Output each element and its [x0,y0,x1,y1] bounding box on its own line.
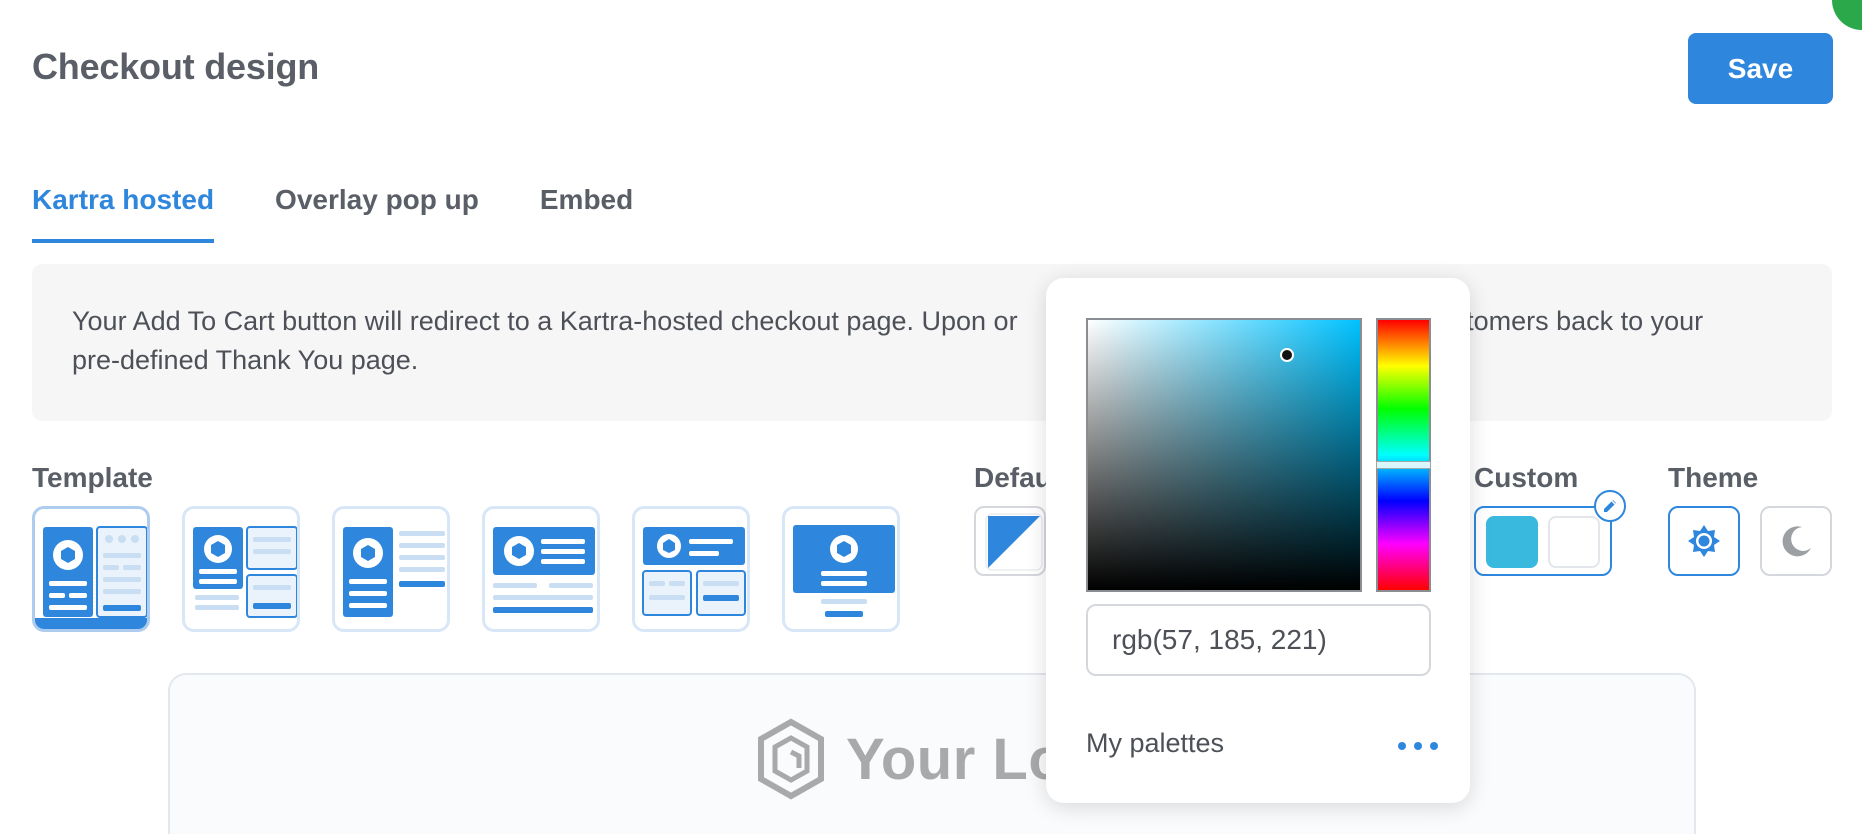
template-selected-indicator [35,618,147,629]
my-palettes-label: My palettes [1086,728,1225,758]
logo-hexagon-icon [758,718,824,800]
color-value-input[interactable] [1086,604,1431,676]
default-color-preview [985,513,1043,571]
template-2-graphic [193,526,297,618]
template-thumbnail-6[interactable] [782,506,900,632]
tab-overlay-pop-up[interactable]: Overlay pop up [275,178,479,243]
info-text-tail: ustomers back to your [1437,306,1704,336]
saturation-brightness-area[interactable] [1086,318,1362,592]
hue-slider[interactable] [1376,318,1431,592]
template-thumbnail-1[interactable] [32,506,150,632]
tab-bar: Kartra hosted Overlay pop up Embed [32,178,694,243]
moon-icon [1782,526,1811,557]
theme-light-button[interactable] [1668,506,1740,576]
default-color-swatch[interactable] [974,506,1046,576]
pencil-icon [1604,500,1616,512]
save-button[interactable]: Save [1688,33,1833,104]
custom-secondary-swatch[interactable] [1548,516,1600,568]
hue-slider-handle[interactable] [1376,460,1431,469]
more-dot [1414,742,1422,750]
more-horizontal-icon[interactable] [1398,736,1438,756]
info-box: Your Add To Cart button will redirect to… [32,264,1832,421]
info-text-line1: Your Add To Cart button will redirect to… [72,302,1792,341]
color-picker-popover: My palettes [1046,278,1470,803]
template-label: Template [32,462,153,493]
page-title: Checkout design [32,46,320,87]
theme-dark-button[interactable] [1760,506,1832,576]
status-indicator [1832,0,1862,30]
custom-colors-label: Custom [1474,462,1579,493]
more-dot [1398,742,1406,750]
more-dot [1430,742,1438,750]
template-3-graphic [343,527,445,617]
template-thumbnail-2[interactable] [182,506,300,632]
tab-kartra-hosted[interactable]: Kartra hosted [32,178,215,243]
template-thumbnail-5[interactable] [632,506,750,632]
template-thumbnail-4[interactable] [482,506,600,632]
custom-primary-swatch[interactable] [1486,516,1538,568]
preview-logo-text: Your Lo [846,727,1065,792]
edit-custom-color-button[interactable] [1594,490,1626,522]
saturation-brightness-handle[interactable] [1279,348,1294,363]
sun-icon [1688,525,1720,557]
info-text: Your Add To Cart button will redirect to… [72,306,1018,336]
template-4-graphic [493,527,595,613]
default-colors-label: Defau [974,462,1052,493]
template-1-graphic [43,526,147,618]
info-text-line2: pre-defined Thank You page. [72,345,419,375]
theme-label: Theme [1668,462,1759,493]
template-6-graphic [793,525,895,617]
template-5-graphic [642,527,746,616]
tab-embed[interactable]: Embed [540,178,633,243]
custom-color-selector[interactable] [1474,506,1612,576]
template-thumbnail-3[interactable] [332,506,450,632]
